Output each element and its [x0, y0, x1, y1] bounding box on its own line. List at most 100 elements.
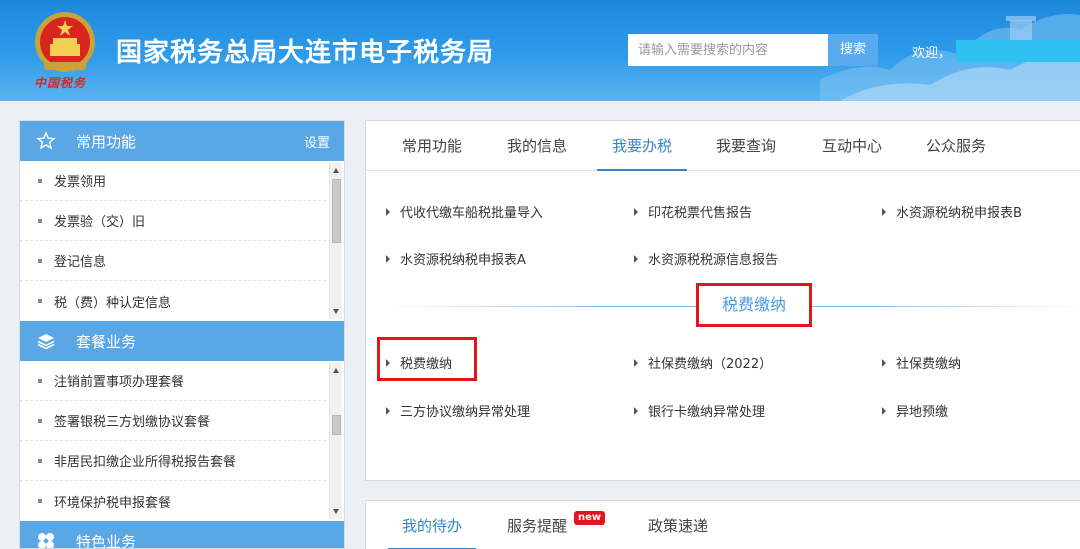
service-link-label: 水资源税纳税申报表A [400, 253, 526, 268]
service-link[interactable]: 代收代缴车船税批量导入 [386, 202, 543, 221]
site-title: 国家税务总局大连市电子税务局 [116, 38, 495, 68]
sidebar-item-tax-type[interactable]: 税（费）种认定信息 [20, 281, 326, 321]
scroll-up-icon[interactable] [333, 168, 339, 173]
bullet-icon [38, 378, 42, 383]
service-link[interactable]: 三方协议缴纳异常处理 [386, 401, 530, 420]
bullet-icon [38, 258, 42, 263]
sidebar-section-special[interactable]: 特色业务 [20, 521, 344, 549]
bullet-icon [38, 418, 42, 423]
tab-interaction[interactable]: 互动中心 [822, 121, 882, 171]
caret-right-icon [634, 358, 638, 367]
service-link-label: 银行卡缴纳异常处理 [648, 405, 766, 420]
bullet-icon [38, 218, 42, 223]
service-link-label: 印花税票代售报告 [648, 206, 753, 221]
sidebar-item-label: 环境保护税申报套餐 [54, 495, 172, 511]
service-link-label: 水资源税税源信息报告 [648, 253, 779, 268]
service-link[interactable]: 社保费缴纳（2022） [634, 353, 772, 372]
bullet-icon [38, 178, 42, 183]
service-link-label: 异地预缴 [896, 405, 949, 420]
scroll-thumb[interactable] [332, 415, 341, 435]
new-badge: new [574, 511, 606, 525]
sidebar-item-deregistration[interactable]: 注销前置事项办理套餐 [20, 361, 326, 401]
sidebar-item-label: 签署银税三方划缴协议套餐 [54, 415, 211, 430]
caret-right-icon [634, 254, 638, 263]
scroll-up-icon[interactable] [333, 368, 339, 373]
sidebar-item-label: 税（费）种认定信息 [54, 295, 172, 311]
brand-script-logo: 中国税务 [34, 76, 87, 90]
service-link-tax-payment[interactable]: 税费缴纳 [386, 353, 452, 372]
caret-right-icon [386, 207, 390, 216]
sidebar-item-label: 注销前置事项办理套餐 [54, 375, 185, 390]
sidebar-section-title: 特色业务 [76, 532, 137, 549]
welcome-text: 欢迎， [912, 46, 952, 61]
caret-right-icon [386, 358, 390, 367]
sidebar-list-packages: 注销前置事项办理套餐 签署银税三方划缴协议套餐 非居民扣缴企业所得税报告套餐 环… [20, 361, 344, 521]
settings-link[interactable]: 设置 [304, 132, 330, 151]
bottom-panel: 我的待办 服务提醒 new 政策速递 [365, 500, 1080, 549]
sidebar-item-label: 登记信息 [54, 255, 107, 270]
tab-query[interactable]: 我要查询 [716, 121, 776, 171]
service-link[interactable]: 异地预缴 [882, 401, 948, 420]
sidebar-scrollbar[interactable] [329, 363, 342, 519]
scroll-down-icon[interactable] [333, 509, 339, 514]
national-emblem-icon [35, 12, 95, 72]
service-link[interactable]: 银行卡缴纳异常处理 [634, 401, 765, 420]
sidebar-item-registration[interactable]: 登记信息 [20, 241, 326, 281]
tab-my-info[interactable]: 我的信息 [507, 121, 567, 171]
sidebar-item-label: 非居民扣缴企业所得税报告套餐 [54, 455, 237, 470]
service-link-label: 税费缴纳 [400, 357, 453, 372]
sidebar-section-packages[interactable]: 套餐业务 [20, 321, 344, 361]
sidebar-item-tripartite[interactable]: 签署银税三方划缴协议套餐 [20, 401, 326, 441]
caret-right-icon [882, 207, 886, 216]
service-link-label: 水资源税纳税申报表B [896, 206, 1022, 221]
service-link[interactable]: 水资源税纳税申报表B [882, 202, 1022, 221]
tab-service-reminder[interactable]: 服务提醒 [507, 501, 567, 549]
caret-right-icon [386, 254, 390, 263]
tab-tax-handling[interactable]: 我要办税 [597, 121, 688, 171]
service-link-label: 代收代缴车船税批量导入 [400, 206, 544, 221]
sidebar-item-label: 发票领用 [54, 175, 107, 190]
main-tabs: 常用功能 我的信息 我要办税 我要查询 互动中心 公众服务 [366, 121, 1080, 171]
main-panel: 常用功能 我的信息 我要办税 我要查询 互动中心 公众服务 代收代缴车船税批量导… [365, 120, 1080, 481]
caret-right-icon [882, 406, 886, 415]
bullet-icon [38, 299, 42, 303]
username-redacted [956, 40, 1080, 62]
service-link[interactable]: 水资源税税源信息报告 [634, 249, 778, 268]
caret-right-icon [386, 406, 390, 415]
tab-policy-news[interactable]: 政策速递 [648, 501, 708, 549]
bullet-icon [38, 458, 42, 463]
service-link[interactable]: 社保费缴纳 [882, 353, 961, 372]
sidebar-item-env-tax[interactable]: 环境保护税申报套餐 [20, 481, 326, 521]
site-header: 中国税务 国家税务总局大连市电子税务局 搜索 欢迎， [0, 0, 1080, 101]
sidebar-section-title: 常用功能 [76, 132, 137, 151]
tab-public-service[interactable]: 公众服务 [926, 121, 986, 171]
service-link-label: 三方协议缴纳异常处理 [400, 405, 531, 420]
sidebar-scrollbar[interactable] [329, 163, 342, 319]
sidebar-item-invoice-claim[interactable]: 发票领用 [20, 161, 326, 201]
bullet-icon [38, 499, 42, 503]
sidebar-item-nonresident[interactable]: 非居民扣缴企业所得税报告套餐 [20, 441, 326, 481]
caret-right-icon [634, 207, 638, 216]
sidebar: 常用功能 设置 发票领用 发票验（交）旧 登记信息 税（费）种认定信息 套餐业务… [19, 120, 345, 549]
sidebar-section-common[interactable]: 常用功能 设置 [20, 121, 344, 161]
search-input[interactable] [628, 34, 828, 66]
clover-icon [34, 529, 58, 548]
scroll-thumb[interactable] [332, 179, 341, 243]
service-link[interactable]: 水资源税纳税申报表A [386, 249, 526, 268]
sidebar-list-common: 发票领用 发票验（交）旧 登记信息 税（费）种认定信息 [20, 161, 344, 321]
scroll-down-icon[interactable] [333, 309, 339, 314]
tab-common[interactable]: 常用功能 [402, 121, 462, 171]
tab-my-todo[interactable]: 我的待办 [388, 501, 477, 549]
caret-right-icon [882, 358, 886, 367]
caret-right-icon [634, 406, 638, 415]
star-icon [34, 129, 58, 153]
service-link[interactable]: 印花税票代售报告 [634, 202, 752, 221]
sidebar-item-invoice-verify[interactable]: 发票验（交）旧 [20, 201, 326, 241]
sidebar-item-label: 发票验（交）旧 [54, 215, 146, 230]
layers-icon [34, 329, 58, 353]
sidebar-section-title: 套餐业务 [76, 332, 137, 351]
service-link-label: 社保费缴纳（2022） [648, 357, 773, 372]
section-title-tax-payment: 税费缴纳 [696, 283, 812, 327]
service-link-label: 社保费缴纳 [896, 357, 962, 372]
search-button[interactable]: 搜索 [828, 34, 878, 66]
